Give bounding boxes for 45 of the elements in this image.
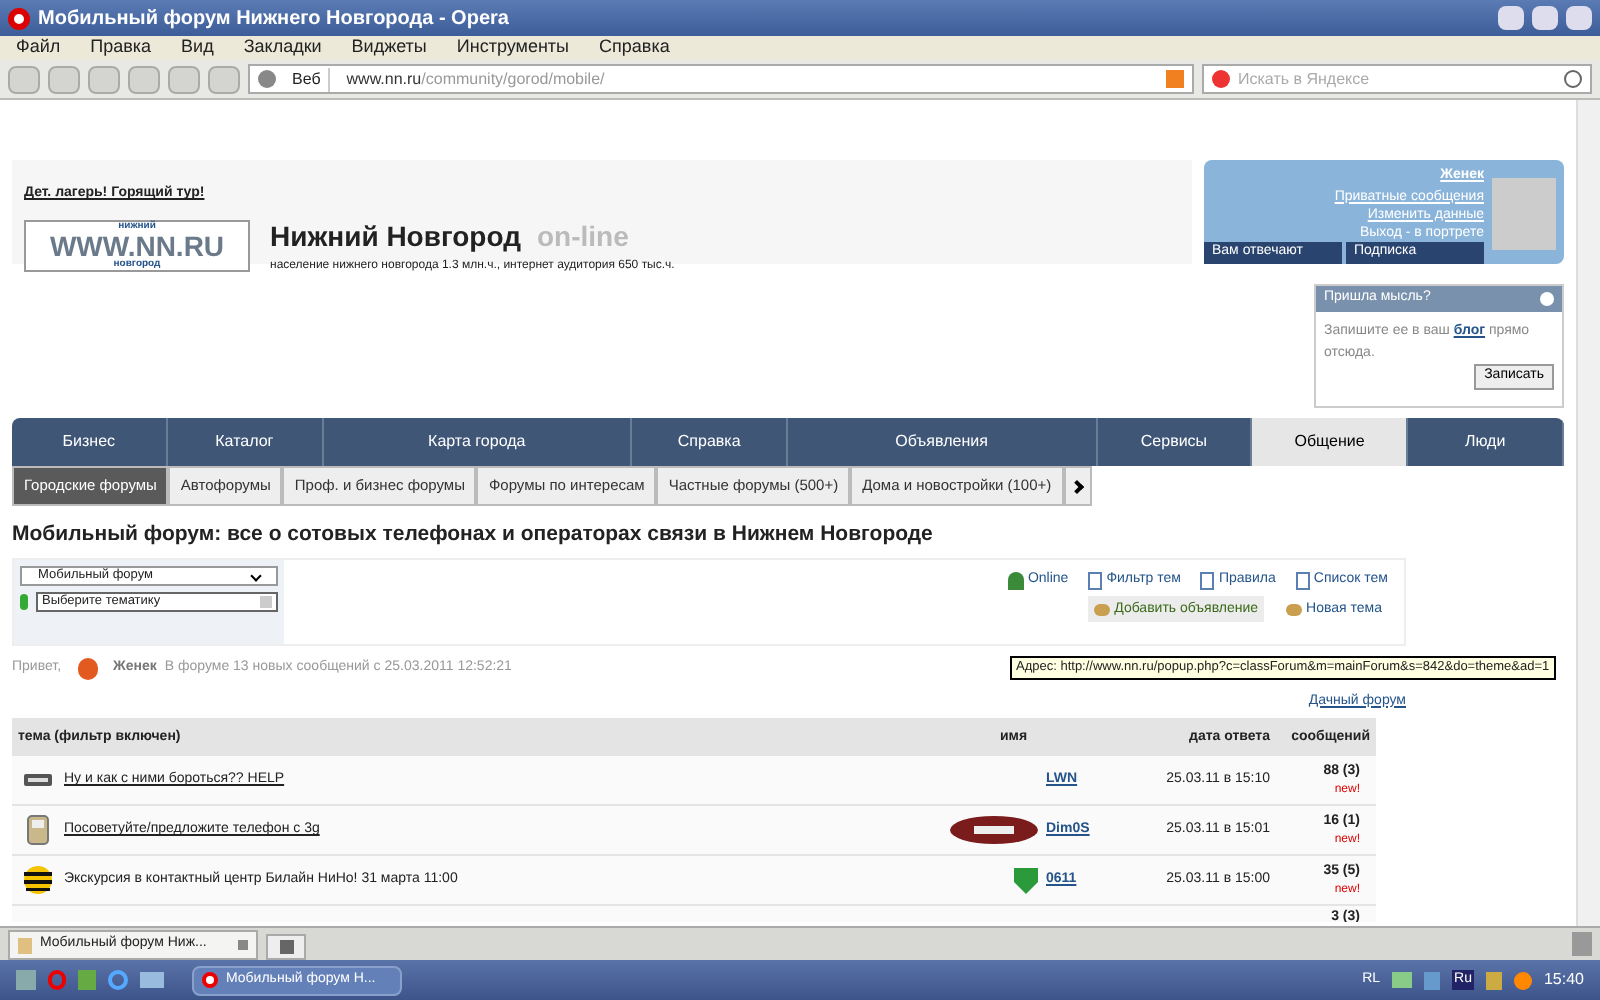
menu-item[interactable]: Файл xyxy=(16,34,61,62)
nav-tab[interactable]: Сервисы xyxy=(1097,418,1253,466)
new-tab-button[interactable] xyxy=(266,934,306,960)
browser-icon xyxy=(108,970,128,990)
clock: 15:40 xyxy=(1543,968,1584,992)
tag-icon xyxy=(24,772,52,789)
menu-item[interactable]: Закладки xyxy=(243,34,322,62)
menu-item[interactable]: Справка xyxy=(599,34,670,62)
menu-item[interactable]: Виджеты xyxy=(351,34,427,62)
pages-icon xyxy=(1295,571,1310,589)
car-logo-icon xyxy=(950,816,1038,845)
phone-icon xyxy=(24,814,52,847)
rss-icon xyxy=(1166,70,1184,88)
user-icon xyxy=(1007,571,1024,589)
nav-tab[interactable]: Объявления xyxy=(787,418,1098,466)
globe-icon xyxy=(258,70,276,88)
nav-tab[interactable]: Люди xyxy=(1408,418,1564,466)
address-field[interactable]: Веб www.nn.ru/community/gorod/mobile/ xyxy=(248,64,1194,94)
pages-icon xyxy=(1088,571,1103,589)
tray-app-icon xyxy=(1513,971,1532,989)
site-label: Веб xyxy=(284,67,331,91)
search-icon xyxy=(1564,70,1582,88)
page-heading: Мобильный форум: все о сотовых телефонах и операторах связи в Нижнем Новгороде xyxy=(12,520,935,550)
opera-icon xyxy=(48,970,66,990)
window-title: Мобильный форум Нижнего Новгорода - Opera xyxy=(38,5,509,33)
site-tagline: on-line xyxy=(536,218,629,256)
nav-tab[interactable]: Справка xyxy=(632,418,788,466)
nav-tab[interactable]: Общение xyxy=(1252,418,1409,466)
opera-icon xyxy=(202,972,218,988)
avatar-placeholder xyxy=(1492,178,1556,250)
yandex-icon xyxy=(1212,70,1230,88)
phone-handset-icon xyxy=(20,593,28,610)
menu-item[interactable]: Инструменты xyxy=(456,34,570,62)
nav-tab[interactable]: Карта города xyxy=(323,418,633,466)
menu-item[interactable]: Правка xyxy=(90,34,152,62)
menu-item[interactable]: Вид xyxy=(181,34,214,62)
double-chevron-icon xyxy=(1070,478,1085,494)
site-title: Нижний Новгород xyxy=(270,218,521,256)
search-placeholder: Искать в Яндексе xyxy=(1238,67,1372,91)
more-tabs-button[interactable] xyxy=(1063,466,1092,506)
nav-tab[interactable]: Каталог xyxy=(167,418,324,466)
striped-ball-icon xyxy=(24,866,52,895)
nav-tab[interactable]: Бизнес xyxy=(12,418,168,466)
opera-logo-icon xyxy=(8,7,30,29)
address-text: www.nn.ru/community/gorod/mobile/ xyxy=(344,67,605,91)
